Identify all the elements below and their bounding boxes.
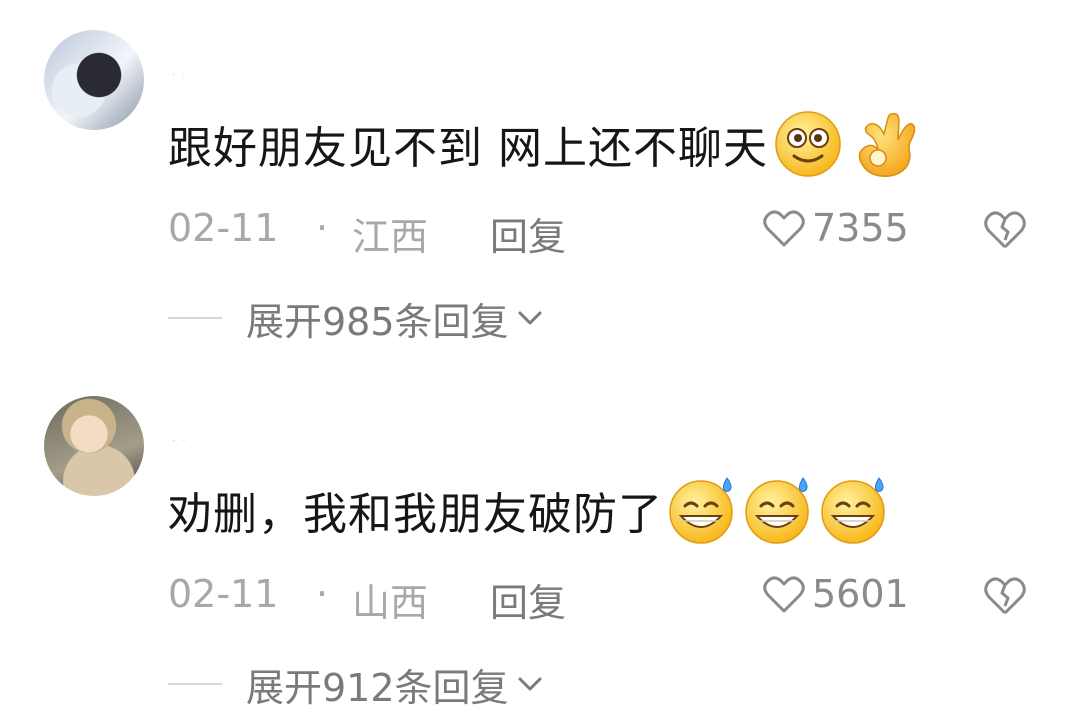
grin-sweat-emoji-icon	[667, 474, 739, 546]
broken-heart-icon	[984, 577, 1026, 615]
comment-text-content: 跟好朋友见不到 网上还不聊天	[168, 123, 768, 174]
comment-meta: 02-11 · 江西 回复 7355	[168, 206, 1038, 259]
meta-separator: ·	[316, 572, 329, 616]
like-count: 5601	[812, 572, 909, 616]
grin-sweat-emoji-icon	[743, 474, 815, 546]
expand-replies-button[interactable]: 展开985条回复	[168, 293, 543, 344]
username[interactable]: · ·	[172, 436, 188, 447]
like-button[interactable]: 7355	[762, 206, 909, 250]
comment-location: 江西	[352, 215, 429, 259]
comment-text-content: 劝删，我和我朋友破防了	[168, 489, 663, 540]
avatar[interactable]	[44, 396, 144, 496]
avatar[interactable]	[44, 30, 144, 130]
grin-sweat-emoji-icon	[819, 474, 891, 546]
reply-button[interactable]: 回复	[490, 206, 566, 261]
like-count: 7355	[812, 206, 909, 250]
ok-hand-emoji-icon	[848, 108, 920, 180]
comment-date: 02-11	[168, 206, 279, 250]
expand-replies-label: 展开985条回复	[246, 299, 509, 344]
comment-location: 山西	[352, 581, 429, 625]
dislike-button[interactable]	[982, 208, 1028, 259]
like-button[interactable]: 5601	[762, 572, 909, 616]
eyes-smile-emoji-icon	[772, 108, 844, 180]
divider-line	[168, 683, 222, 685]
comment-date: 02-11	[168, 572, 279, 616]
comment-text: 劝删，我和我朋友破防了	[168, 474, 891, 546]
divider-line	[168, 317, 222, 319]
heart-icon	[763, 576, 805, 613]
dislike-button[interactable]	[982, 574, 1028, 625]
meta-separator: ·	[316, 206, 329, 250]
expand-replies-button[interactable]: 展开912条回复	[168, 659, 543, 710]
reply-button[interactable]: 回复	[490, 572, 566, 627]
comment-meta: 02-11 · 山西 回复 5601	[168, 572, 1038, 625]
broken-heart-icon	[984, 211, 1026, 249]
username[interactable]: · ·	[172, 70, 188, 81]
chevron-down-icon	[518, 311, 542, 325]
chevron-down-icon	[518, 677, 542, 691]
comment-text: 跟好朋友见不到 网上还不聊天	[168, 108, 920, 180]
expand-replies-label: 展开912条回复	[246, 665, 509, 710]
heart-icon	[763, 210, 805, 247]
